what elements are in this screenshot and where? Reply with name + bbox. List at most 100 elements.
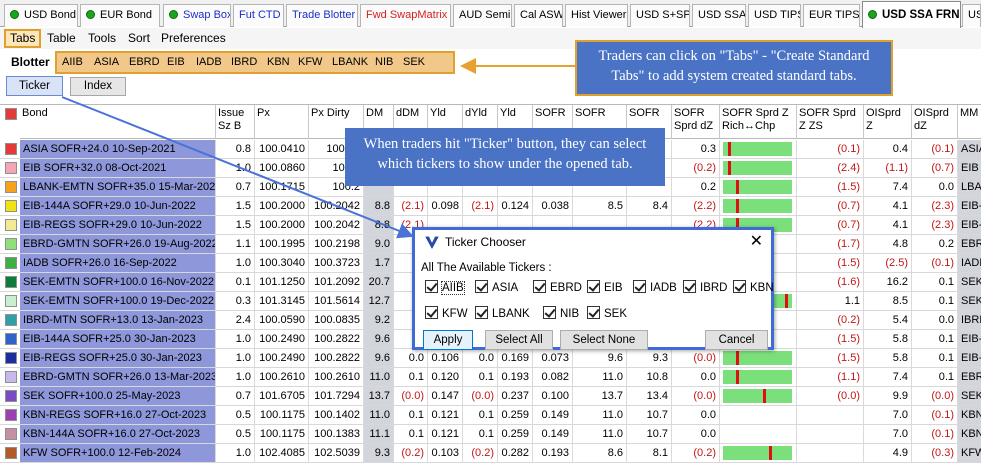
tab-eib[interactable]: EIB <box>164 54 188 71</box>
top-tab-aud-semi[interactable]: AUD Semi <box>453 4 512 27</box>
column-header-sofrz[interactable]: SOFR Sprd Z Rich↔Chp <box>720 105 797 139</box>
ticker-checkbox-eib[interactable]: EIB <box>587 280 623 295</box>
rich-cheap-marker <box>769 446 772 460</box>
menu-table[interactable]: Table <box>43 29 80 48</box>
menu-tools[interactable]: Tools <box>84 29 120 48</box>
column-header-issue[interactable]: Issue Sz B <box>216 105 255 139</box>
menu-sort[interactable]: Sort <box>124 29 154 48</box>
top-tab-label: USD <box>968 9 980 21</box>
top-tab-label: USD SSA FRN <box>882 9 960 21</box>
ticker-checkbox-sek[interactable]: SEK <box>587 306 627 321</box>
menu-preferences[interactable]: Preferences <box>157 29 230 48</box>
top-tab-usd-bond[interactable]: USD Bond <box>4 4 78 27</box>
ticker-button[interactable]: Ticker <box>6 76 63 96</box>
tab-ibrd[interactable]: IBRD <box>228 54 260 71</box>
tab-aiib[interactable]: AIIB <box>59 54 86 71</box>
top-tab-usd-ssa[interactable]: USD SSA <box>692 4 746 27</box>
rich-cheap-marker <box>728 161 731 175</box>
cell-oisdz: (0.0) <box>912 387 958 405</box>
tab-iadb[interactable]: IADB <box>193 54 225 71</box>
cell-issue: 1.5 <box>216 216 255 234</box>
ticker-checkbox-nib[interactable]: NIB <box>543 306 579 321</box>
checkbox-checked-icon[interactable] <box>733 280 746 293</box>
index-button[interactable]: Index <box>70 77 126 96</box>
top-tab-trade-blotter[interactable]: Trade Blotter <box>286 4 358 27</box>
top-tab-hist-viewer[interactable]: Hist Viewer <box>565 4 628 27</box>
tab-ebrd[interactable]: EBRD <box>126 54 163 71</box>
tab-sek[interactable]: SEK <box>400 54 428 71</box>
column-header-oisdz[interactable]: OISprd dZ <box>912 105 958 139</box>
cell-px: 101.6705 <box>255 387 309 405</box>
table-row[interactable]: EIB-144A SOFR+29.0 10-Jun-2022 1.5 100.200… <box>0 197 981 216</box>
cell-px: 100.0860 <box>255 159 309 177</box>
cell-px: 100.1995 <box>255 235 309 253</box>
cell-oisdz: 0.1 <box>912 292 958 310</box>
table-row[interactable]: KFW SOFR+100.0 12-Feb-2024 1.0 102.4085 102… <box>0 444 981 463</box>
tab-lbank[interactable]: LBANK <box>329 54 371 71</box>
table-row[interactable]: EBRD-GMTN SOFR+26.0 13-Mar-2023 1.0 100.26… <box>0 368 981 387</box>
rich-cheap-bar <box>723 161 792 175</box>
cell-ois: 7.4 <box>864 178 912 196</box>
cell-px: 100.3040 <box>255 254 309 272</box>
ticker-checkbox-lbank[interactable]: LBANK <box>475 306 530 321</box>
ticker-checkbox-kfw[interactable]: KFW <box>425 306 468 321</box>
top-tab-usd-s-sp[interactable]: USD S+SP <box>630 4 690 27</box>
column-header-bond[interactable]: Bond <box>20 105 216 139</box>
cell-sofrzs <box>797 406 864 424</box>
cell-yld2: 0.124 <box>498 197 533 215</box>
cancel-button[interactable]: Cancel <box>705 330 768 350</box>
top-tab-eur-tips[interactable]: EUR TIPS <box>803 4 860 27</box>
checkbox-checked-icon[interactable] <box>475 306 488 319</box>
checkbox-checked-icon[interactable] <box>587 306 600 319</box>
top-tab-cal-asw[interactable]: Cal ASW <box>514 4 563 27</box>
tab-blotter[interactable]: Blotter <box>8 51 53 73</box>
close-icon[interactable]: ✕ <box>750 233 763 251</box>
column-header-mm[interactable]: MM <box>958 105 981 139</box>
checkbox-checked-icon[interactable] <box>475 280 488 293</box>
checkbox-checked-icon[interactable] <box>587 280 600 293</box>
checkbox-checked-icon[interactable] <box>543 306 556 319</box>
ticker-checkbox-kbn[interactable]: KBN <box>733 280 774 295</box>
checkbox-checked-icon[interactable] <box>633 280 646 293</box>
tab-kbn[interactable]: KBN <box>264 54 293 71</box>
cell-px: 100.0590 <box>255 311 309 329</box>
top-tab-fwd-swapmatrix[interactable]: Fwd SwapMatrix <box>360 4 451 27</box>
tab-kfw[interactable]: KFW <box>295 54 325 71</box>
ticker-checkbox-ibrd[interactable]: IBRD <box>683 280 727 295</box>
cell-sofrzs: (1.5) <box>797 254 864 272</box>
checkbox-checked-icon[interactable] <box>533 280 546 293</box>
top-tab-usd[interactable]: USD <box>962 4 981 27</box>
tab-nib[interactable]: NIB <box>372 54 396 71</box>
checkbox-checked-icon[interactable] <box>683 280 696 293</box>
ticker-checkbox-aiib[interactable]: AIIB <box>425 280 465 295</box>
top-tab-usd-ssa-frn[interactable]: USD SSA FRN <box>862 1 961 28</box>
cell-ois: 7.0 <box>864 425 912 443</box>
apply-button[interactable]: Apply <box>423 330 473 350</box>
checkbox-checked-icon[interactable] <box>425 306 438 319</box>
top-tab-usd-tips[interactable]: USD TIPS <box>748 4 801 27</box>
ticker-checkbox-asia[interactable]: ASIA <box>475 280 518 295</box>
column-header-sofrzs[interactable]: SOFR Sprd Z ZS <box>797 105 864 139</box>
menu-tabs[interactable]: Tabs <box>4 29 42 48</box>
ticker-checkbox-iadb[interactable]: IADB <box>633 280 677 295</box>
table-row[interactable]: KBN-REGS SOFR+16.0 27-Oct-2023 0.5 100.117… <box>0 406 981 425</box>
select-all-button[interactable]: Select All <box>485 330 553 350</box>
cell-bond: SEK-EMTN SOFR+100.0 16-Nov-2022 <box>20 273 216 291</box>
status-dot-icon <box>86 10 95 19</box>
top-tab-eur-bond[interactable]: EUR Bond <box>80 4 160 27</box>
column-header-ois[interactable]: OISprd Z <box>864 105 912 139</box>
status-dot-icon <box>169 10 178 19</box>
select-none-button[interactable]: Select None <box>560 330 648 350</box>
top-tab-fut-ctd[interactable]: Fut CTD <box>233 4 284 27</box>
column-header-sofrdz[interactable]: SOFR Sprd dZ <box>672 105 720 139</box>
cell-issue: 2.4 <box>216 311 255 329</box>
tab-asia[interactable]: ASIA <box>91 54 122 71</box>
top-tab-swap-box[interactable]: Swap Box <box>163 4 231 27</box>
checkbox-checked-icon[interactable] <box>425 280 438 293</box>
table-row[interactable]: SEK SOFR+100.0 25-May-2023 0.7 101.6705 101… <box>0 387 981 406</box>
table-row[interactable]: KBN-144A SOFR+16.0 27-Oct-2023 0.5 100.117… <box>0 425 981 444</box>
column-header-px[interactable]: Px <box>255 105 309 139</box>
cell-pxd: 100.0835 <box>309 311 364 329</box>
table-row[interactable]: EIB-REGS SOFR+25.0 30-Jan-2023 1.0 100.249… <box>0 349 981 368</box>
ticker-checkbox-ebrd[interactable]: EBRD <box>533 280 582 295</box>
